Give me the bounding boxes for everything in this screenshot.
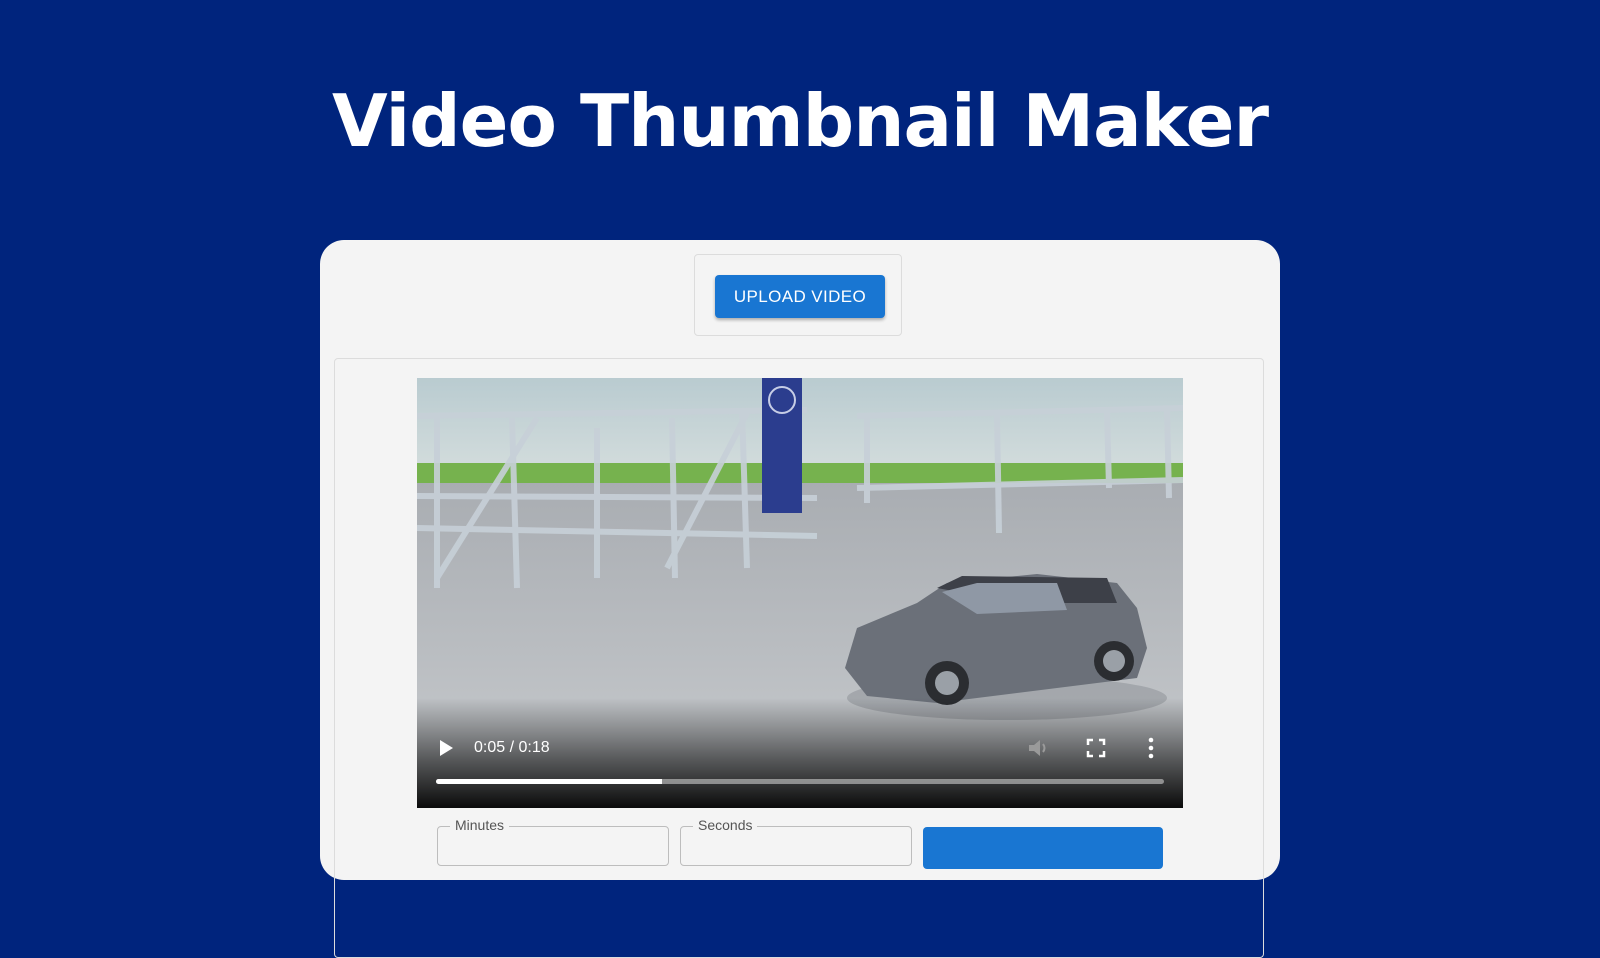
- video-player[interactable]: 0:05 / 0:18: [417, 378, 1183, 808]
- capture-thumbnail-button[interactable]: [923, 827, 1163, 869]
- page-title: Video Thumbnail Maker: [331, 79, 1269, 163]
- minutes-input[interactable]: [438, 827, 668, 865]
- volume-icon[interactable]: [1027, 737, 1051, 759]
- main-card: UPLOAD VIDEO 0:05 / 0:18 Minutes Seconds: [320, 240, 1280, 958]
- minutes-field[interactable]: Minutes: [437, 817, 669, 866]
- seconds-input[interactable]: [681, 827, 911, 865]
- time-display: 0:05 / 0:18: [474, 739, 550, 756]
- fullscreen-icon[interactable]: [1086, 738, 1106, 758]
- progress-bar[interactable]: [436, 779, 1164, 784]
- upload-video-button[interactable]: UPLOAD VIDEO: [715, 275, 885, 318]
- upload-section: UPLOAD VIDEO: [694, 254, 902, 336]
- seconds-field[interactable]: Seconds: [680, 817, 912, 866]
- editor-section: 0:05 / 0:18 Minutes Seconds: [334, 358, 1264, 958]
- more-options-icon[interactable]: [1146, 736, 1156, 760]
- progress-fill: [436, 779, 662, 784]
- play-icon[interactable]: [437, 738, 455, 758]
